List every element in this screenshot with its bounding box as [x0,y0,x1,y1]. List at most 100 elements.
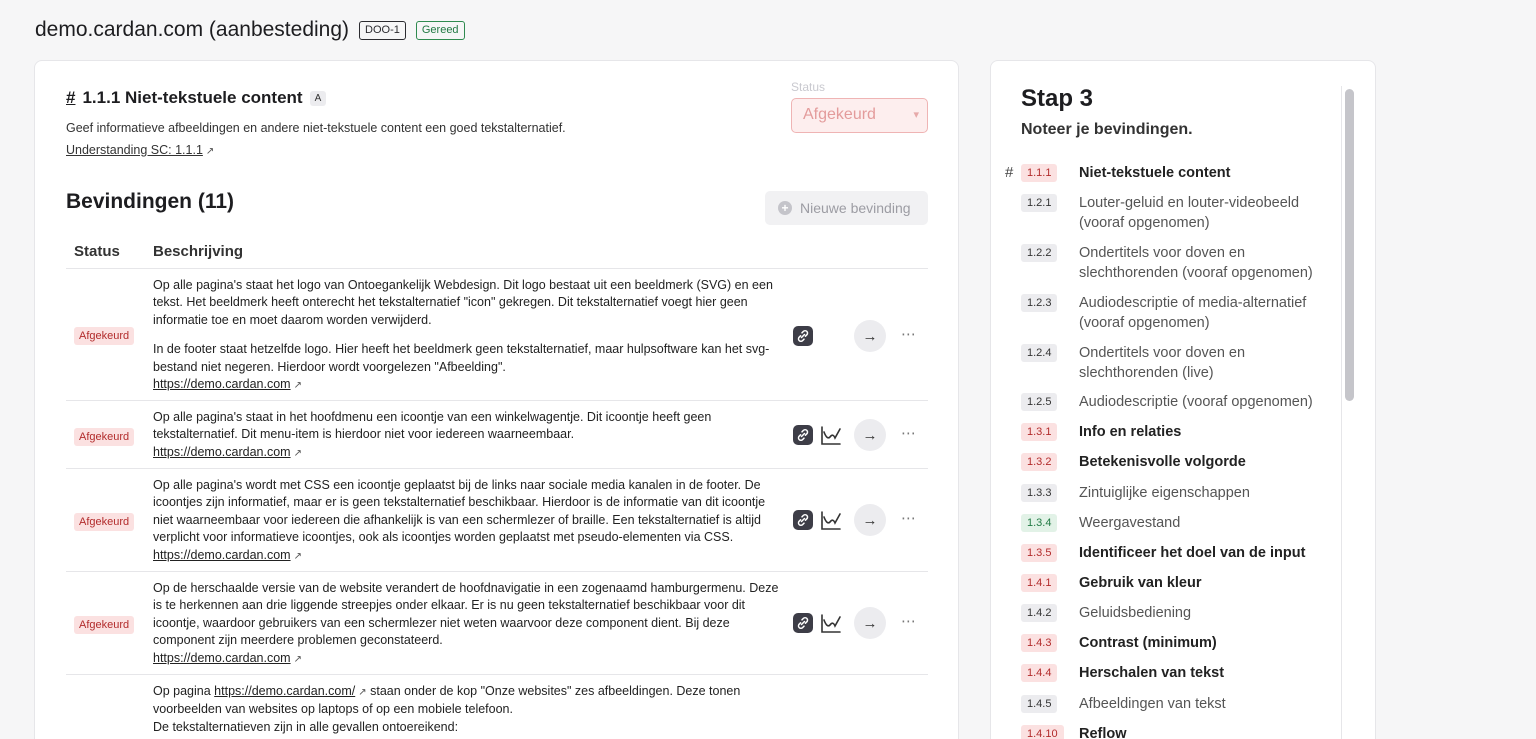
status-select-value: Afgekeurd [803,106,876,123]
external-link-icon: ↗ [293,653,302,665]
arrow-right-icon[interactable]: → [854,419,886,451]
column-header-description: Beschrijving [153,243,244,260]
sidebar-item-label: Identificeer het doel van de input [1079,545,1306,561]
criterion-code-badge: 1.4.5 [1021,695,1058,713]
finding-description: Op alle pagina's wordt met CSS een icoon… [153,477,783,565]
sidebar-item-label: Ondertitels voor doven en slechthorenden… [1079,345,1246,381]
status-badge: Afgekeurd [74,428,135,446]
finding-url[interactable]: https://demo.cardan.com [153,651,291,665]
status-select[interactable]: Afgekeurd ▾ [791,98,928,133]
status-badge: Afgekeurd [74,327,135,345]
criterion-code-badge: 1.2.3 [1021,294,1058,312]
criterion-code-badge: 1.2.4 [1021,344,1058,362]
sidebar-item-label: Betekenisvolle volgorde [1079,454,1246,470]
finding-text: In de footer staat hetzelfde logo. Hier … [153,342,770,374]
anchor-link[interactable]: # [66,88,75,108]
chart-icon[interactable] [820,424,842,446]
understanding-link-text[interactable]: Understanding SC: 1.1.1 [66,143,203,157]
external-link-icon: ↗ [205,146,215,157]
table-header: Status Beschrijving [66,231,928,269]
new-finding-button[interactable]: + Nieuwe bevinding [765,191,928,225]
external-link-icon: ↗ [293,447,302,459]
criterion-code-badge: 1.3.4 [1021,514,1058,532]
step-subtitle: Noteer je bevindingen. [1021,121,1193,138]
criterion-title: 1.1.1 Niet-tekstuele content [82,88,303,107]
finding-description: Op alle pagina's staat in het hoofdmenu … [153,409,783,462]
criterion-code-badge: 1.4.4 [1021,664,1058,682]
finding-url[interactable]: https://demo.cardan.com/ [214,684,355,698]
more-icon[interactable]: ⋯ [901,509,917,527]
criterion-card: # 1.1.1 Niet-tekstuele content A Geef in… [34,60,959,739]
external-link-icon: ↗ [358,687,367,698]
status-tag: Gereed [415,20,465,40]
table-row: Afgekeurd Op de herschaalde versie van d… [66,572,928,675]
criterion-code-badge: 1.3.3 [1021,484,1058,502]
chevron-down-icon: ▾ [913,109,919,121]
link-icon[interactable] [793,613,813,633]
sidebar-item-label: Info en relaties [1079,424,1182,440]
finding-url[interactable]: https://demo.cardan.com [153,548,291,562]
sidebar-item-label: Herschalen van tekst [1079,665,1225,681]
link-icon[interactable] [793,425,813,445]
finding-text: Op de herschaalde versie van de website … [153,581,779,648]
understanding-link[interactable]: Understanding SC: 1.1.1 ↗ [66,143,214,157]
external-link-icon: ↗ [293,380,302,392]
link-icon[interactable] [793,326,813,346]
finding-url[interactable]: https://demo.cardan.com [153,377,291,391]
current-marker: # [1005,164,1014,181]
criterion-code-badge: 1.2.5 [1021,393,1058,411]
scrollbar-thumb[interactable] [1345,89,1354,401]
criterion-code-badge: 1.4.10 [1021,725,1064,739]
link-icon[interactable] [793,510,813,530]
finding-description: Op pagina https://demo.cardan.com/↗ staa… [153,683,783,736]
finding-description: Op de herschaalde versie van de website … [153,580,783,668]
page-header: demo.cardan.com (aanbesteding) DOO-1 Ger… [35,17,465,43]
criterion-code-badge: 1.1.1 [1021,164,1058,182]
step-title: Stap 3 [1021,85,1094,112]
finding-text: Op alle pagina's staat in het hoofdmenu … [153,410,712,442]
arrow-right-icon[interactable]: → [854,320,886,352]
sidebar-item-label: Zintuiglijke eigenschappen [1079,485,1250,501]
project-code-tag: DOO-1 [359,20,406,40]
finding-text-prefix: Op pagina [153,684,211,698]
sidebar-item-label: Audiodescriptie (vooraf opgenomen) [1079,394,1313,410]
more-icon[interactable]: ⋯ [901,325,917,343]
finding-text: De tekstalternatieven zijn in alle geval… [153,719,459,734]
sidebar-item-label: Niet-tekstuele content [1079,165,1231,181]
arrow-right-icon[interactable]: → [854,504,886,536]
external-link-icon: ↗ [293,550,302,562]
sidebar-item-label: Reflow [1079,726,1127,739]
scrollbar-track [1341,86,1342,739]
chart-icon[interactable] [820,509,842,531]
table-row: Afgekeurd Op alle pagina's staat het log… [66,269,928,401]
more-icon[interactable]: ⋯ [901,424,917,442]
status-label: Status [791,80,826,94]
chart-icon[interactable] [820,612,842,634]
finding-text: Op alle pagina's wordt met CSS een icoon… [153,478,766,545]
criterion-code-badge: 1.2.1 [1021,194,1058,212]
column-header-status: Status [74,243,120,260]
findings-title: Bevindingen (11) [66,190,235,213]
sidebar-item-label: Gebruik van kleur [1079,575,1202,591]
sidebar-item-label: Contrast (minimum) [1079,635,1217,651]
criterion-code-badge: 1.3.5 [1021,544,1058,562]
sidebar-item-label: Weergavestand [1079,515,1181,531]
criterion-heading: # 1.1.1 Niet-tekstuele content A [66,88,327,108]
plus-circle-icon: + [778,201,792,215]
table-row: Afgekeurd Op alle pagina's wordt met CSS… [66,469,928,572]
criterion-code-badge: 1.4.3 [1021,634,1058,652]
sidebar-item-label: Ondertitels voor doven en slechthorenden… [1079,245,1313,281]
page-title: demo.cardan.com (aanbesteding) [35,18,350,41]
criterion-code-badge: 1.3.1 [1021,423,1058,441]
sidebar-item-label: Afbeeldingen van tekst [1079,696,1226,712]
finding-url[interactable]: https://demo.cardan.com [153,445,291,459]
sidebar-item-label: Geluidsbediening [1079,605,1192,621]
arrow-right-icon[interactable]: → [854,607,886,639]
more-icon[interactable]: ⋯ [901,612,917,630]
sidebar-item-label: Audiodescriptie of media-alternatief (vo… [1079,295,1307,331]
criterion-code-badge: 1.3.2 [1021,453,1058,471]
criterion-code-badge: 1.2.2 [1021,244,1058,262]
criterion-code-badge: 1.4.2 [1021,604,1058,622]
new-finding-label: Nieuwe bevinding [800,200,911,216]
status-badge: Afgekeurd [74,616,135,634]
